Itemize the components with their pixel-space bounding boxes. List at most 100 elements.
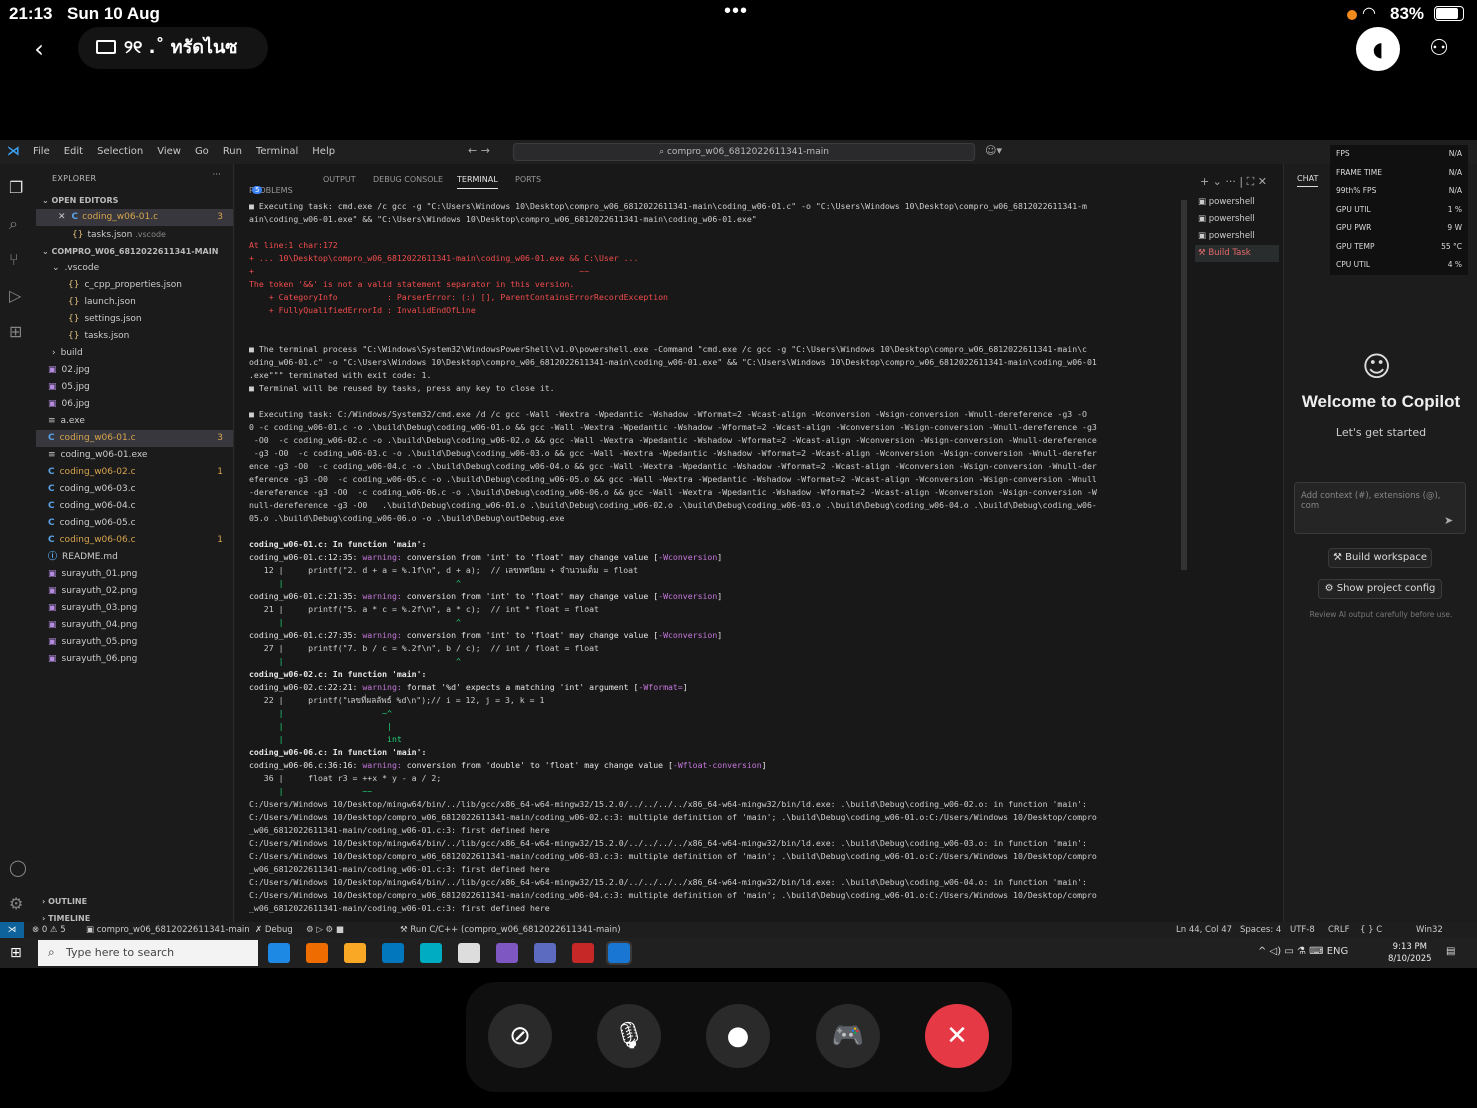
system-tray[interactable]: ^ ◁) ▭ ⚗ ⌨ ENG	[1258, 946, 1348, 957]
file-item[interactable]: {} tasks.json	[36, 328, 233, 345]
cursor-position[interactable]: Ln 44, Col 47	[1176, 922, 1232, 938]
file-item[interactable]: ▣ surayuth_03.png	[36, 600, 233, 617]
tab-debug-console[interactable]: DEBUG CONSOLE	[373, 175, 443, 184]
menu-item[interactable]: Run	[223, 146, 242, 157]
terminal-instance[interactable]: ▣ powershell	[1195, 211, 1279, 228]
file-item[interactable]: ▣ surayuth_01.png	[36, 566, 233, 583]
taskbar-clock[interactable]: 9:13 PM 8/10/2025	[1388, 941, 1432, 965]
open-editors-header[interactable]: ⌄ OPEN EDITORS	[36, 192, 233, 209]
file-item[interactable]: ▣ surayuth_06.png	[36, 651, 233, 668]
file-item[interactable]: Ccoding_w06-05.c	[36, 515, 233, 532]
tab-ports[interactable]: PORTS	[515, 175, 541, 184]
tab-output[interactable]: OUTPUT	[323, 175, 356, 184]
vscode-taskbar-icon[interactable]	[606, 941, 632, 965]
file-item[interactable]: ▣ 06.jpg	[36, 396, 233, 413]
folder-status[interactable]: ▣ compro_w06_6812022611341-main	[86, 922, 250, 938]
file-item[interactable]: Ccoding_w06-06.c 1	[36, 532, 233, 549]
menu-item[interactable]: View	[157, 146, 181, 157]
indentation[interactable]: Spaces: 4	[1240, 922, 1281, 938]
file-item[interactable]: {} settings.json	[36, 311, 233, 328]
file-item[interactable]: ⌄ .vscode	[36, 260, 233, 277]
multitask-dots[interactable]: •••	[724, 0, 748, 23]
file-item[interactable]: ≡ coding_w06-01.exe	[36, 447, 233, 464]
file-item[interactable]: {} c_cpp_properties.json	[36, 277, 233, 294]
tab-terminal[interactable]: TERMINAL	[457, 175, 498, 189]
terminal-scrollbar[interactable]	[1181, 200, 1187, 570]
file-item[interactable]: ≡ a.exe	[36, 413, 233, 430]
file-item[interactable]: {} launch.json	[36, 294, 233, 311]
menu-item[interactable]: File	[33, 146, 50, 157]
outlook-icon[interactable]	[382, 943, 404, 963]
debug-controls-icon[interactable]: ⚙ ▷ ⚙ ■	[306, 922, 344, 938]
debug-status[interactable]: ✗ Debug	[255, 922, 293, 938]
file-item[interactable]: › build	[36, 345, 233, 362]
chat-button[interactable]: ●	[706, 1004, 770, 1068]
nav-arrows-icon[interactable]: ← →	[468, 144, 490, 157]
microphone-button[interactable]: 🎙	[597, 1004, 661, 1068]
terminal-instance[interactable]: ▣ powershell	[1195, 194, 1279, 211]
file-item[interactable]: ▣ surayuth_04.png	[36, 617, 233, 634]
more-actions-icon[interactable]: ···	[212, 170, 221, 180]
menu-item[interactable]: Go	[195, 146, 209, 157]
panel-actions-icon[interactable]: + ⌄ ··· | ⛶ ✕	[1200, 175, 1267, 189]
outline-section[interactable]: › OUTLINE	[36, 893, 233, 910]
file-item[interactable]: ⓘ README.md	[36, 549, 233, 566]
run-task-status[interactable]: ⚒ Run C/C++ (compro_w06_6812022611341-ma…	[400, 922, 621, 938]
search-icon[interactable]: ⌕	[9, 214, 18, 234]
task-view-icon[interactable]	[268, 943, 290, 963]
file-explorer-icon[interactable]	[344, 943, 366, 963]
speaker-button[interactable]: ◖	[1356, 27, 1400, 71]
platform[interactable]: Win32	[1416, 922, 1443, 938]
encoding[interactable]: UTF-8	[1290, 922, 1315, 938]
copilot-app-icon[interactable]	[306, 943, 328, 963]
problems-status[interactable]: ⊗ 0 ⚠ 5	[32, 922, 66, 938]
file-item[interactable]: Ccoding_w06-02.c 1	[36, 464, 233, 481]
explorer-icon[interactable]: ❐	[9, 178, 23, 197]
file-item[interactable]: Ccoding_w06-04.c	[36, 498, 233, 515]
file-item[interactable]: Ccoding_w06-01.c 3	[36, 430, 233, 447]
open-editor-item[interactable]: {} tasks.json .vscode	[36, 226, 233, 243]
menu-item[interactable]: Help	[312, 146, 335, 157]
windows-start-icon[interactable]: ⊞	[10, 945, 22, 961]
file-item[interactable]: Ccoding_w06-03.c	[36, 481, 233, 498]
send-icon[interactable]: ➤	[1444, 514, 1453, 527]
copilot-menu-icon[interactable]: ☺▾	[985, 144, 1002, 157]
discord-icon[interactable]	[534, 943, 556, 963]
menu-item[interactable]: Selection	[97, 146, 143, 157]
back-chevron-icon[interactable]: ‹	[22, 32, 56, 66]
game-controller-button[interactable]: 🎮	[816, 1004, 880, 1068]
chat-tab[interactable]: CHAT	[1297, 174, 1319, 187]
end-share-button[interactable]: ✕	[925, 1004, 989, 1068]
run-debug-icon[interactable]: ▷	[9, 286, 21, 305]
terminal-instance[interactable]: ▣ powershell	[1195, 228, 1279, 245]
account-icon[interactable]: ◯	[9, 858, 27, 877]
project-header[interactable]: ⌄ COMPRO_W06_6812022611341-MAIN	[36, 243, 233, 260]
file-item[interactable]: ▣ surayuth_05.png	[36, 634, 233, 651]
remote-icon[interactable]: ⋊	[0, 922, 24, 938]
taskbar-search[interactable]: Type here to search	[38, 940, 258, 966]
menu-item[interactable]: Edit	[64, 146, 83, 157]
terminal-instance[interactable]: ⚒ Build Task	[1195, 245, 1279, 262]
edge-icon[interactable]	[420, 943, 442, 963]
app-icon[interactable]	[496, 943, 518, 963]
chat-input[interactable]: Add context (#), extensions (@), com	[1294, 482, 1466, 534]
file-item[interactable]: ▣ 05.jpg	[36, 379, 233, 396]
menu-item[interactable]: Terminal	[256, 146, 298, 157]
terminal-output[interactable]: ■ Executing task: cmd.exe /c gcc -g "C:\…	[249, 200, 1179, 922]
store-icon[interactable]	[458, 943, 480, 963]
extensions-icon[interactable]: ⊞	[9, 322, 22, 341]
app-icon[interactable]	[572, 943, 594, 963]
gear-icon[interactable]: ⚙	[9, 894, 23, 913]
add-user-icon[interactable]: ⚇	[1420, 32, 1458, 66]
file-item[interactable]: ▣ 02.jpg	[36, 362, 233, 379]
open-editor-item[interactable]: ✕ Ccoding_w06-01.c 3	[36, 209, 233, 226]
show-config-button[interactable]: ⚙ Show project config	[1318, 579, 1442, 599]
session-title-pill[interactable]: ୨୧ .˚ ทรัดไนซ	[78, 27, 268, 69]
eol[interactable]: CRLF	[1328, 922, 1349, 938]
file-item[interactable]: ▣ surayuth_02.png	[36, 583, 233, 600]
camera-off-button[interactable]: ⊘	[488, 1004, 552, 1068]
source-control-icon[interactable]: ⑂	[9, 250, 19, 269]
command-center-search[interactable]: ⌕ compro_w06_6812022611341-main	[513, 143, 975, 161]
close-icon[interactable]: ✕	[58, 212, 66, 222]
build-workspace-button[interactable]: ⚒ Build workspace	[1328, 548, 1432, 568]
